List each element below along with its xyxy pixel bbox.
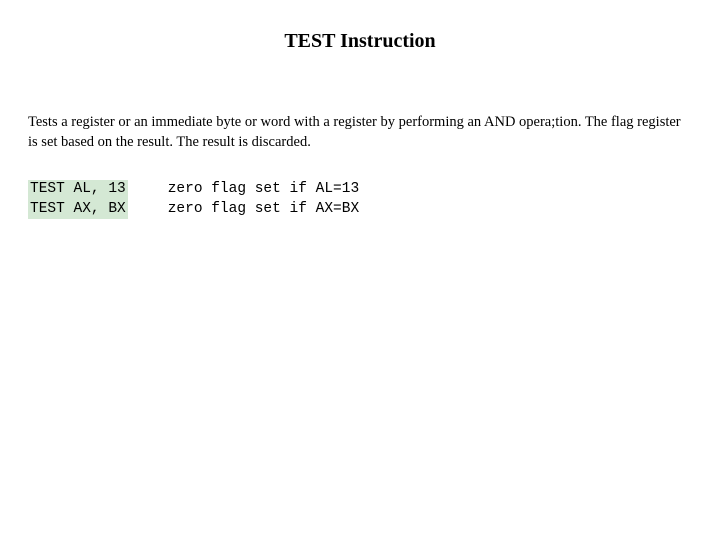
instruction-description: Tests a register or an immediate byte or… [28, 113, 692, 152]
page-title: TEST Instruction [28, 30, 692, 53]
code-comments: zero flag set if AL=13 zero flag set if … [128, 180, 359, 219]
document-page: TEST Instruction Tests a register or an … [0, 0, 720, 249]
code-example: TEST AL, 13 TEST AX, BX zero flag set if… [28, 180, 692, 219]
code-instructions: TEST AL, 13 TEST AX, BX [28, 180, 128, 219]
